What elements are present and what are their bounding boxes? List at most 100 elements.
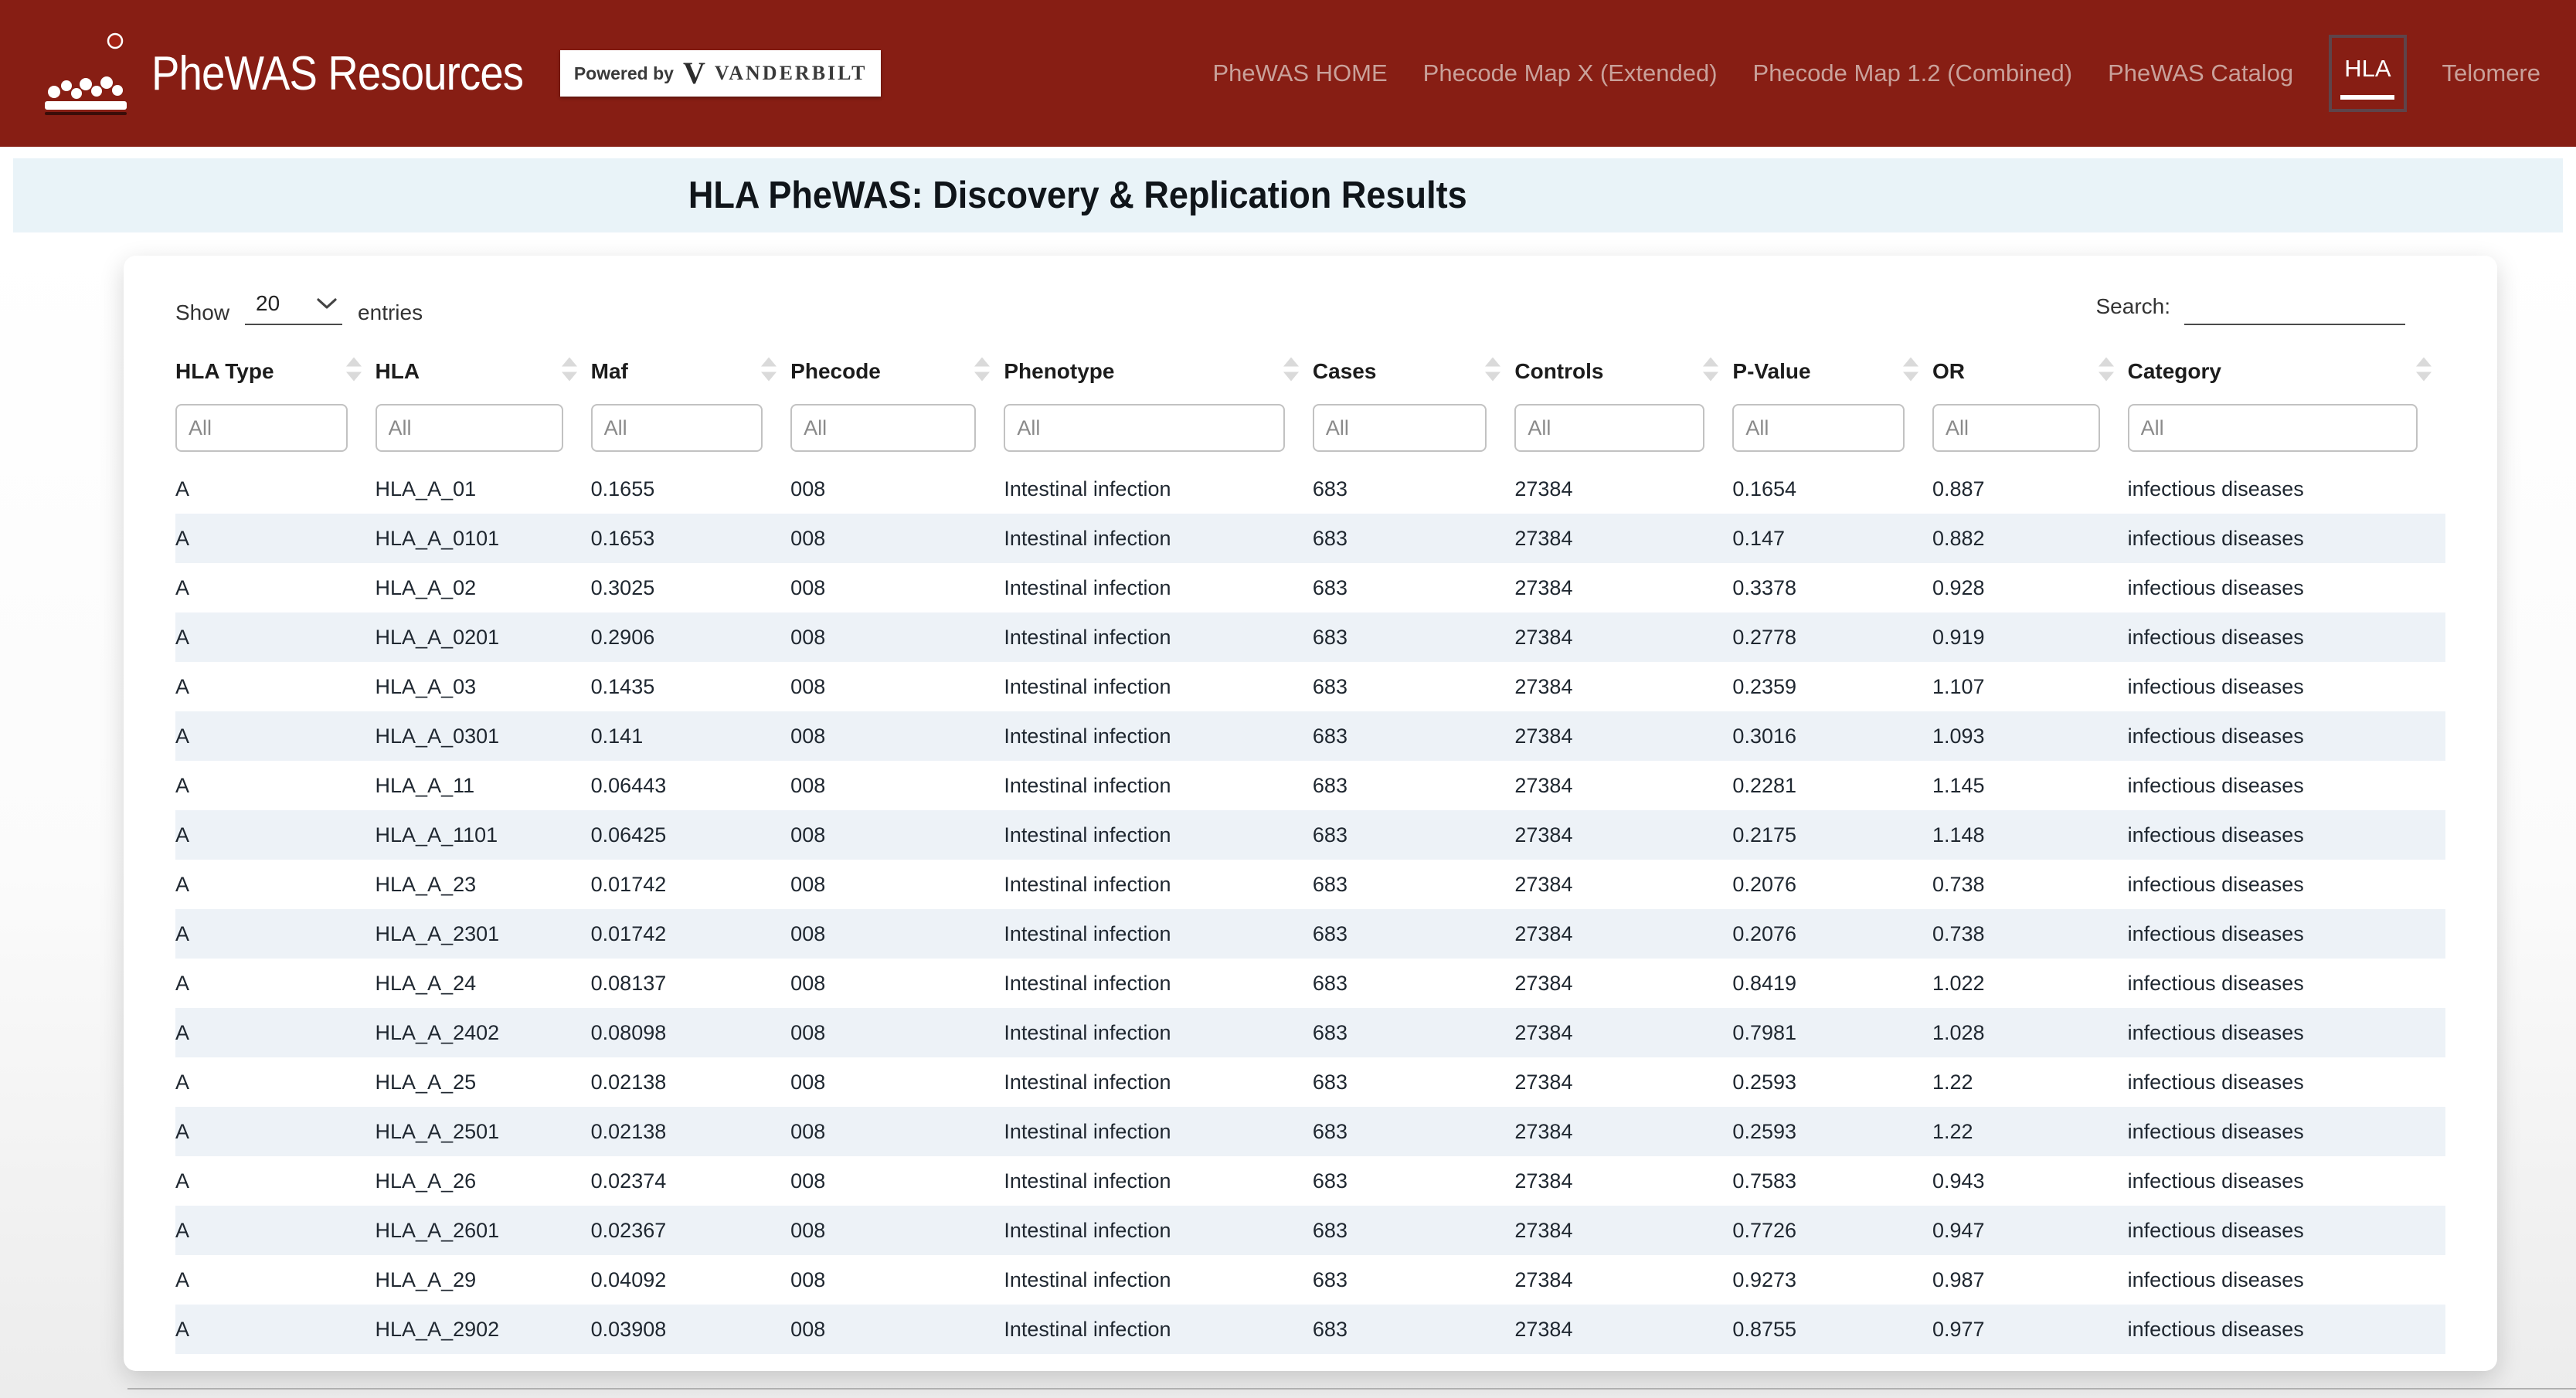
table-cell: 008: [790, 1008, 1004, 1057]
page-title: HLA PheWAS: Discovery & Replication Resu…: [688, 174, 1467, 217]
column-header-maf[interactable]: Maf: [591, 336, 791, 402]
sort-icon: [2416, 358, 2432, 382]
table-cell: 0.977: [1932, 1305, 2128, 1354]
sort-icon: [974, 358, 990, 382]
table-cell: 0.8755: [1732, 1305, 1932, 1354]
table-cell: 008: [790, 514, 1004, 563]
table-cell: 27384: [1514, 612, 1732, 662]
table-cell: 27384: [1514, 464, 1732, 514]
column-header-phecode[interactable]: Phecode: [790, 336, 1004, 402]
table-cell: 27384: [1514, 959, 1732, 1008]
sort-icon: [346, 358, 362, 382]
site-header: PheWAS Resources Powered by V VANDERBILT…: [0, 0, 2576, 147]
table-cell: infectious diseases: [2128, 1107, 2445, 1156]
table-cell: HLA_A_2501: [376, 1107, 591, 1156]
table-row: AHLA_A_26010.02367008Intestinal infectio…: [175, 1206, 2445, 1255]
nav-item-phewas-catalog[interactable]: PheWAS Catalog: [2108, 59, 2293, 87]
table-cell: 008: [790, 464, 1004, 514]
column-header-or[interactable]: OR: [1932, 336, 2128, 402]
filter-input-category[interactable]: [2128, 404, 2418, 452]
nav-item-hla[interactable]: HLA: [2329, 35, 2406, 112]
vanderbilt-v-logo-icon: V: [683, 58, 705, 89]
table-cell: 27384: [1514, 761, 1732, 810]
table-cell: 27384: [1514, 1156, 1732, 1206]
table-cell: 27384: [1514, 711, 1732, 761]
column-header-phenotype[interactable]: Phenotype: [1004, 336, 1313, 402]
table-cell: Intestinal infection: [1004, 662, 1313, 711]
results-table: HLA TypeHLAMafPhecodePhenotypeCasesContr…: [175, 336, 2445, 1354]
column-header-category[interactable]: Category: [2128, 336, 2445, 402]
table-cell: infectious diseases: [2128, 1206, 2445, 1255]
table-cell: A: [175, 612, 376, 662]
table-cell: 0.03908: [591, 1305, 791, 1354]
table-row: AHLA_A_110.06443008Intestinal infection6…: [175, 761, 2445, 810]
table-cell: 0.02367: [591, 1206, 791, 1255]
entries-select[interactable]: 20: [245, 291, 342, 325]
page-length-control: Show 20 entries: [175, 291, 423, 325]
nav-item-phecode-map-1-2-combined[interactable]: Phecode Map 1.2 (Combined): [1753, 59, 2073, 87]
table-cell: 683: [1313, 1255, 1514, 1305]
main-content: Show 20 entries Search: HLA TypeHLAMafPh…: [0, 232, 2576, 1398]
table-cell: 008: [790, 860, 1004, 909]
filter-input-cases[interactable]: [1313, 404, 1487, 452]
filter-input-maf[interactable]: [591, 404, 763, 452]
table-cell: 27384: [1514, 662, 1732, 711]
table-cell: 0.738: [1932, 860, 2128, 909]
table-cell: 683: [1313, 514, 1514, 563]
table-row: AHLA_A_25010.02138008Intestinal infectio…: [175, 1107, 2445, 1156]
filter-input-phenotype[interactable]: [1004, 404, 1285, 452]
table-cell: 0.3025: [591, 563, 791, 612]
column-header-controls[interactable]: Controls: [1514, 336, 1732, 402]
column-header-hla[interactable]: HLA: [376, 336, 591, 402]
table-cell: 1.093: [1932, 711, 2128, 761]
table-cell: 683: [1313, 761, 1514, 810]
sort-icon: [1283, 358, 1299, 382]
table-cell: infectious diseases: [2128, 909, 2445, 959]
table-cell: HLA_A_11: [376, 761, 591, 810]
table-cell: 683: [1313, 612, 1514, 662]
search-input[interactable]: [2184, 293, 2405, 325]
table-cell: 0.1653: [591, 514, 791, 563]
column-header-hla-type[interactable]: HLA Type: [175, 336, 376, 402]
sort-icon: [761, 358, 777, 382]
table-filter-row: [175, 402, 2445, 464]
table-cell: Intestinal infection: [1004, 563, 1313, 612]
table-cell: Intestinal infection: [1004, 761, 1313, 810]
search-control: Search:: [2096, 293, 2406, 325]
filter-input-controls[interactable]: [1514, 404, 1704, 452]
table-cell: HLA_A_2301: [376, 909, 591, 959]
table-row: AHLA_A_03010.141008Intestinal infection6…: [175, 711, 2445, 761]
nav-item-telomere[interactable]: Telomere: [2442, 59, 2541, 87]
table-cell: 0.943: [1932, 1156, 2128, 1206]
table-cell: 008: [790, 909, 1004, 959]
table-cell: HLA_A_2902: [376, 1305, 591, 1354]
table-cell: 683: [1313, 959, 1514, 1008]
table-cell: 0.02374: [591, 1156, 791, 1206]
nav-item-phewas-home[interactable]: PheWAS HOME: [1212, 59, 1387, 87]
table-cell: Intestinal infection: [1004, 514, 1313, 563]
filter-input-hla-type[interactable]: [175, 404, 348, 452]
table-cell: 0.987: [1932, 1255, 2128, 1305]
table-cell: HLA_A_24: [376, 959, 591, 1008]
filter-input-hla[interactable]: [376, 404, 563, 452]
table-cell: Intestinal infection: [1004, 1107, 1313, 1156]
table-cell: A: [175, 1057, 376, 1107]
table-cell: HLA_A_1101: [376, 810, 591, 860]
column-header-cases[interactable]: Cases: [1313, 336, 1514, 402]
table-cell: infectious diseases: [2128, 1008, 2445, 1057]
table-cell: 683: [1313, 860, 1514, 909]
filter-input-p-value[interactable]: [1732, 404, 1905, 452]
table-cell: infectious diseases: [2128, 1057, 2445, 1107]
table-cell: 0.02138: [591, 1107, 791, 1156]
sort-icon: [2099, 358, 2114, 382]
nav-item-phecode-map-x-extended[interactable]: Phecode Map X (Extended): [1423, 59, 1718, 87]
table-cell: 0.3378: [1732, 563, 1932, 612]
filter-input-phecode[interactable]: [790, 404, 976, 452]
column-header-p-value[interactable]: P-Value: [1732, 336, 1932, 402]
table-cell: 27384: [1514, 1206, 1732, 1255]
filter-input-or[interactable]: [1932, 404, 2100, 452]
table-cell: A: [175, 464, 376, 514]
table-cell: infectious diseases: [2128, 612, 2445, 662]
table-cell: 1.22: [1932, 1107, 2128, 1156]
table-cell: 008: [790, 662, 1004, 711]
